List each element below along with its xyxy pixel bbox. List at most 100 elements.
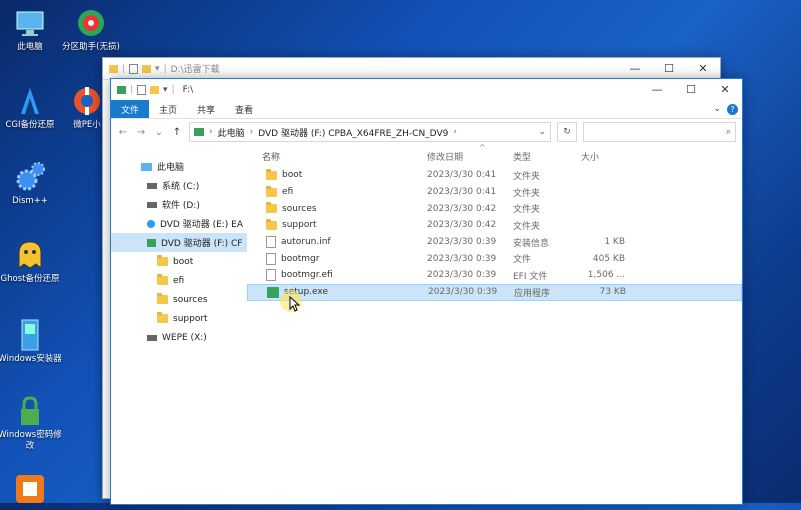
- table-row[interactable]: efi 2023/3/30 0:41 文件夹: [247, 184, 742, 201]
- file-type: 文件夹: [513, 188, 541, 199]
- nav-item-label: 系统 (C:): [162, 182, 200, 192]
- search-icon: ⌕: [725, 127, 731, 137]
- column-header-type[interactable]: 类型: [513, 150, 581, 163]
- file-date: 2023/3/30 0:42: [427, 203, 497, 214]
- file-size: 405 KB: [592, 253, 625, 264]
- gears-icon: [13, 160, 47, 194]
- tab-share[interactable]: 共享: [187, 100, 225, 118]
- up-arrow-icon[interactable]: ↑: [171, 127, 183, 138]
- desktop-icon-label: Dism++: [12, 196, 48, 206]
- recent-dropdown-icon[interactable]: ⌄: [153, 127, 165, 138]
- ghost-icon: [13, 238, 47, 272]
- desktop-icon-cgi[interactable]: CGI备份还原: [0, 84, 62, 131]
- desktop-icon-dism[interactable]: Dism++: [0, 160, 62, 207]
- minimize-button[interactable]: —: [640, 79, 674, 100]
- address-bar[interactable]: › 此电脑 › DVD 驱动器 (F:) CPBA_X64FRE_ZH-CN_D…: [189, 122, 551, 142]
- chevron-right-icon: ›: [249, 127, 254, 137]
- file-type: 文件夹: [513, 221, 541, 232]
- nav-item-this-pc[interactable]: 此电脑: [111, 157, 247, 176]
- maximize-button[interactable]: ☐: [674, 79, 708, 100]
- tab-file[interactable]: 文件: [111, 100, 150, 118]
- search-input[interactable]: ⌕: [583, 122, 736, 142]
- lifebuoy-icon: [70, 84, 104, 118]
- address-dropdown-icon[interactable]: ⌄: [538, 127, 546, 137]
- table-row[interactable]: bootmgr 2023/3/30 0:39 文件 405 KB: [247, 250, 742, 267]
- sort-ascending-icon: ^: [479, 143, 486, 152]
- setup-app-icon: [267, 286, 279, 298]
- desktop-icon-ghost[interactable]: Ghost备份还原: [0, 238, 62, 285]
- nav-item-label: efi: [173, 275, 185, 286]
- file-name: support: [282, 220, 317, 231]
- column-header-date[interactable]: 修改日期: [425, 150, 513, 163]
- customize-qat-icon[interactable]: ▾: [155, 64, 160, 74]
- properties-icon[interactable]: [137, 84, 147, 95]
- column-header-name[interactable]: 名称: [247, 150, 425, 163]
- table-row[interactable]: support 2023/3/30 0:42 文件夹: [247, 217, 742, 234]
- nav-item-label: support: [173, 313, 208, 324]
- dvd-icon: [147, 238, 156, 247]
- desktop-icon-label: CGI备份还原: [5, 120, 55, 130]
- explorer-window[interactable]: | ▾ | F:\ — ☐ ✕ 文件 主页 共享 查看 ⌄ ? ← → ⌄ ↑ …: [110, 78, 743, 505]
- nav-item-drive-f[interactable]: DVD 驱动器 (F:) CF: [111, 233, 247, 252]
- nav-item-support[interactable]: support: [111, 309, 247, 328]
- background-window-titlebar[interactable]: | ▾ | D:\迅雷下载 — ☐ ✕: [103, 58, 720, 80]
- table-row[interactable]: autorun.inf 2023/3/30 0:39 安装信息 1 KB: [247, 234, 742, 251]
- titlebar[interactable]: | ▾ | F:\ — ☐ ✕: [111, 79, 742, 100]
- new-folder-icon[interactable]: [150, 85, 160, 94]
- folder-icon: [157, 255, 168, 266]
- maximize-button[interactable]: ☐: [652, 58, 686, 79]
- file-size: 1,506 ...: [587, 270, 625, 281]
- nav-item-label: 此电脑: [157, 163, 185, 173]
- folder-icon: [157, 293, 168, 304]
- tab-home[interactable]: 主页: [149, 100, 187, 118]
- nav-item-efi[interactable]: efi: [111, 271, 247, 290]
- close-button[interactable]: ✕: [686, 58, 720, 79]
- column-header-size[interactable]: 大小: [581, 150, 625, 163]
- file-size: 73 KB: [599, 287, 626, 298]
- nav-item-drive-e[interactable]: DVD 驱动器 (E:) EA: [111, 214, 247, 233]
- new-folder-icon[interactable]: [142, 64, 152, 73]
- nav-item-boot[interactable]: boot: [111, 252, 247, 271]
- navigation-pane: 此电脑 系统 (C:) 软件 (D:) DVD 驱动器 (E:) EA DVD …: [111, 145, 247, 501]
- chevron-right-icon: ›: [209, 127, 213, 137]
- nav-item-drive-x[interactable]: WEPE (X:): [111, 328, 247, 347]
- nav-item-drive-c[interactable]: 系统 (C:): [111, 176, 247, 195]
- breadcrumb-this-pc[interactable]: 此电脑: [218, 126, 245, 139]
- folder-icon: [266, 185, 277, 197]
- file-name: bootmgr: [281, 253, 320, 264]
- desktop-icon-label: Windows密码修改: [0, 430, 62, 451]
- expand-ribbon-icon[interactable]: ⌄: [713, 104, 721, 114]
- desktop-icon-windows-installer[interactable]: Windows安装器: [0, 318, 62, 365]
- forward-arrow-icon[interactable]: →: [135, 127, 147, 138]
- background-window-title: D:\迅雷下载: [170, 65, 220, 75]
- minimize-button[interactable]: —: [618, 58, 652, 79]
- properties-icon[interactable]: [129, 63, 139, 74]
- close-button[interactable]: ✕: [708, 79, 742, 100]
- desktop-icon-password[interactable]: Windows密码修改: [0, 394, 62, 452]
- table-row[interactable]: boot 2023/3/30 0:41 文件夹: [247, 167, 742, 184]
- window-title: F:\: [182, 84, 194, 95]
- mouse-pointer-icon: [289, 295, 301, 316]
- back-arrow-icon[interactable]: ←: [117, 127, 129, 138]
- table-row[interactable]: bootmgr.efi 2023/3/30 0:39 EFI 文件 1,506 …: [247, 267, 742, 284]
- file-date: 2023/3/30 0:42: [427, 220, 497, 231]
- chevron-right-icon: ›: [453, 127, 457, 137]
- tab-view[interactable]: 查看: [225, 100, 263, 118]
- installer-box-icon: [13, 318, 47, 352]
- ribbon-tabs: 文件 主页 共享 查看 ⌄ ?: [111, 100, 742, 119]
- help-icon[interactable]: ?: [727, 103, 738, 115]
- breadcrumb-drive[interactable]: DVD 驱动器 (F:) CPBA_X64FRE_ZH-CN_DV9: [258, 126, 448, 139]
- customize-qat-icon[interactable]: ▾: [163, 85, 168, 95]
- settings-file-icon: [266, 236, 276, 249]
- table-row[interactable]: sources 2023/3/30 0:42 文件夹: [247, 200, 742, 217]
- desktop-icon-label: Ghost备份还原: [0, 274, 60, 284]
- drive-icon: [147, 334, 157, 341]
- computer-icon: [141, 162, 152, 171]
- desktop-icon-this-pc[interactable]: 此电脑: [0, 6, 62, 53]
- nav-item-drive-d[interactable]: 软件 (D:): [111, 195, 247, 214]
- desktop-icon-partition[interactable]: 分区助手(无损): [59, 6, 123, 53]
- nav-item-label: WEPE (X:): [162, 332, 207, 343]
- table-row-selected[interactable]: setup.exe 2023/3/30 0:39 应用程序 73 KB: [247, 283, 742, 301]
- nav-item-sources[interactable]: sources: [111, 290, 247, 309]
- refresh-icon[interactable]: ↻: [557, 122, 577, 142]
